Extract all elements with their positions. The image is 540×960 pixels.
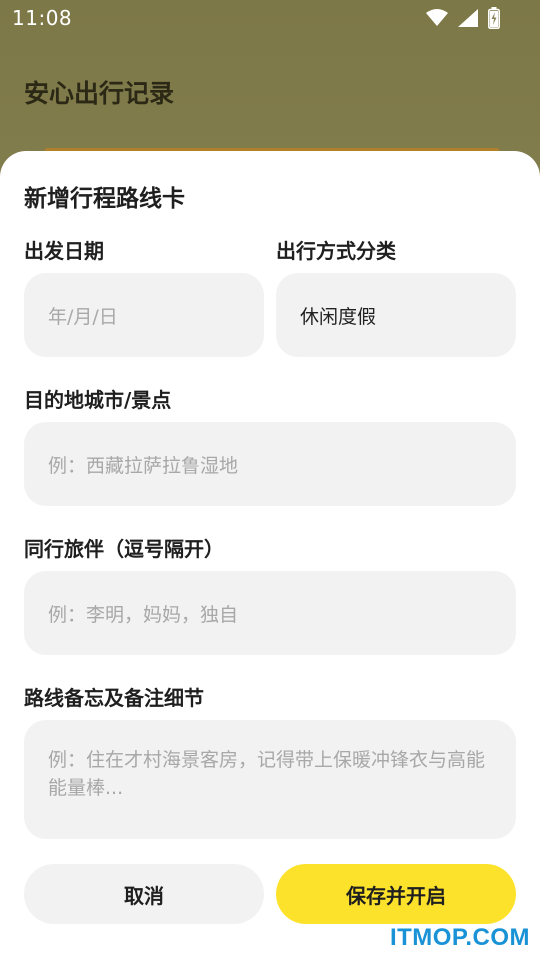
companions-input[interactable]: 例：李明，妈妈，独自 (24, 571, 516, 655)
notes-textarea[interactable]: 例：住在才村海景客房，记得带上保暖冲锋衣与高能能量棒... (24, 720, 516, 839)
background-page-title: 安心出行记录 (24, 79, 175, 108)
sheet-title: 新增行程路线卡 (24, 186, 185, 212)
status-icons (426, 7, 500, 29)
status-time: 11:08 (12, 6, 73, 30)
status-bar: 11:08 (0, 0, 540, 36)
wifi-icon (426, 9, 448, 27)
add-route-card-sheet: 新增行程路线卡 出发日期 年/月/日 出行方式分类 休闲度假 目的地城市/景点 … (0, 151, 540, 960)
battery-charging-icon (488, 7, 500, 29)
departure-date-label: 出发日期 (24, 239, 104, 263)
watermark: ITMOP.COM (389, 924, 530, 951)
save-and-start-button[interactable]: 保存并开启 (276, 864, 516, 924)
travel-type-select[interactable]: 休闲度假 (276, 273, 516, 357)
notes-label: 路线备忘及备注细节 (24, 686, 204, 710)
destination-input[interactable]: 例：西藏拉萨拉鲁湿地 (24, 422, 516, 506)
travel-type-label: 出行方式分类 (276, 239, 396, 263)
destination-label: 目的地城市/景点 (24, 388, 172, 412)
cellular-signal-icon (458, 9, 478, 27)
departure-date-field[interactable]: 年/月/日 (24, 273, 264, 357)
cancel-button[interactable]: 取消 (24, 864, 264, 924)
companions-label: 同行旅伴（逗号隔开） (24, 537, 224, 561)
